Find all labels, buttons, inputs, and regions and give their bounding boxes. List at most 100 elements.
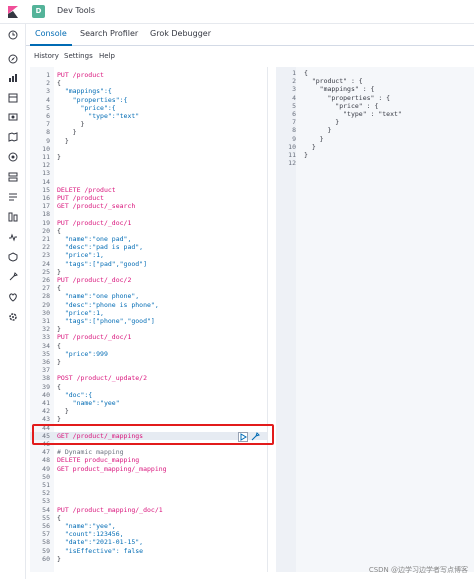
discover-icon[interactable] <box>8 54 18 64</box>
editor-line[interactable]: 39 { <box>30 382 267 391</box>
editor-line[interactable]: 1 PUT /product <box>30 71 267 79</box>
editor-line[interactable]: 2{ <box>30 79 267 87</box>
editor-line[interactable]: 38 POST /product/_update/2 <box>30 374 267 382</box>
response-text: } <box>304 151 308 159</box>
ml-icon[interactable] <box>8 152 18 162</box>
line-number: 18 <box>42 210 50 219</box>
editor-line[interactable]: 40 "doc":{ <box>30 391 267 399</box>
editor-line[interactable]: 42 } <box>30 407 267 415</box>
editor-line[interactable]: 18 <box>30 210 267 219</box>
editor-line[interactable]: 16 PUT /product <box>30 194 267 202</box>
editor-line[interactable]: 33 PUT /product/_doc/1 <box>30 333 267 342</box>
tab-grok-debugger[interactable]: Grok Debugger <box>150 29 211 38</box>
editor-line[interactable]: 58 "date":"2021-01-15", <box>30 538 267 547</box>
editor-line[interactable]: 17 GET /product/_search <box>30 202 267 210</box>
tab-search-profiler[interactable]: Search Profiler <box>80 29 138 38</box>
response-line: 3 "mappings" : { <box>276 85 474 93</box>
editor-line[interactable]: 52 <box>30 489 267 497</box>
settings-link[interactable]: Settings <box>64 52 93 60</box>
editor-line[interactable]: 6 "type":"text" <box>30 112 267 120</box>
editor-line[interactable]: 7 } <box>30 120 267 128</box>
send-request-play-icon[interactable] <box>238 432 248 442</box>
top-bar: D Dev Tools <box>0 0 474 24</box>
editor-line[interactable]: 28 "name":"one phone", <box>30 292 267 300</box>
editor-line[interactable]: 36} <box>30 358 267 366</box>
editor-line[interactable]: 11} <box>30 153 267 161</box>
editor-line[interactable]: 19 PUT /product/_doc/1 <box>30 219 267 227</box>
editor-line[interactable]: 34 { <box>30 342 267 350</box>
dev-tools-icon[interactable] <box>8 272 18 282</box>
editor-line[interactable]: 10 <box>30 145 267 153</box>
code-text: "name":"yee" <box>57 399 120 407</box>
stack-monitoring-icon[interactable] <box>8 292 18 302</box>
response-text: "mappings" : { <box>304 85 375 94</box>
uptime-icon[interactable] <box>8 232 18 242</box>
editor-line[interactable]: 47 # Dynamic mapping <box>30 448 267 456</box>
editor-line[interactable]: 57 "count":123456, <box>30 530 267 538</box>
code-text: } <box>57 358 61 366</box>
line-number: 5 <box>292 101 296 110</box>
logs-icon[interactable] <box>8 192 18 202</box>
apm-icon[interactable] <box>8 212 18 222</box>
line-number: 58 <box>42 538 50 547</box>
editor-line[interactable]: 24 "tags":["pad","good"] <box>30 260 267 268</box>
editor-line[interactable]: 30 "price":1, <box>30 309 267 317</box>
editor-line[interactable]: 8 } <box>30 128 267 136</box>
editor-line[interactable]: 5 "price":{ <box>30 104 267 112</box>
editor-line[interactable]: 20 { <box>30 227 267 235</box>
editor-line[interactable]: 12 <box>30 161 267 169</box>
clock-icon[interactable] <box>8 30 18 40</box>
editor-line[interactable]: 54 PUT /product_mapping/_doc/1 <box>30 506 267 514</box>
dashboard-icon[interactable] <box>8 93 18 103</box>
editor-line[interactable]: 43} <box>30 415 267 423</box>
editor-line[interactable]: 23 "price":1, <box>30 251 267 259</box>
editor-line[interactable]: 29 "desc":"phone is phone", <box>30 301 267 309</box>
maps-icon[interactable] <box>8 132 18 142</box>
editor-line[interactable]: 14 <box>30 178 267 186</box>
editor-line[interactable]: 53 <box>30 497 267 505</box>
request-editor[interactable]: 1 PUT /product 2{3 "mappings":{4 "properti… <box>30 67 268 572</box>
editor-line[interactable]: 60} <box>30 555 267 563</box>
code-text: DELETE /product <box>57 185 116 194</box>
editor-line[interactable]: 48 DELETE produc_mapping <box>30 456 267 464</box>
editor-line[interactable]: 35 "price":999 <box>30 349 267 358</box>
response-text: { <box>304 69 308 77</box>
line-number: 11 <box>288 151 296 159</box>
infrastructure-icon[interactable] <box>8 172 18 182</box>
history-link[interactable]: History <box>34 52 59 60</box>
management-gear-icon[interactable] <box>8 312 18 322</box>
line-number: 39 <box>42 382 50 391</box>
editor-line[interactable]: 27 { <box>30 284 267 292</box>
siem-icon[interactable] <box>8 252 18 262</box>
editor-line[interactable]: 51 <box>30 481 267 489</box>
editor-line[interactable]: 22 "desc":"pad is pad", <box>30 243 267 251</box>
editor-line[interactable]: 26 PUT /product/_doc/2 <box>30 276 267 284</box>
editor-line[interactable]: 50 <box>30 473 267 481</box>
space-avatar[interactable]: D <box>32 5 45 18</box>
editor-line[interactable]: 25} <box>30 268 267 276</box>
canvas-icon[interactable] <box>8 112 18 122</box>
kibana-logo-icon[interactable] <box>7 6 19 18</box>
response-line: 6 "type" : "text" <box>276 110 474 118</box>
help-link[interactable]: Help <box>99 52 115 60</box>
editor-line[interactable]: 21 "name":"one pad", <box>30 235 267 243</box>
editor-line[interactable]: 15 DELETE /product <box>30 185 267 194</box>
editor-line[interactable]: 56 "name":"yee", <box>30 522 267 530</box>
editor-line[interactable]: 9 } <box>30 137 267 145</box>
tab-console[interactable]: Console <box>35 29 67 38</box>
editor-line[interactable]: 31 "tags":["phone","good"] <box>30 317 267 325</box>
wrench-icon[interactable] <box>250 432 260 442</box>
editor-line[interactable]: 37 <box>30 366 267 374</box>
editor-line[interactable]: 3 "mappings":{ <box>30 87 267 95</box>
visualize-icon[interactable] <box>8 73 18 83</box>
editor-line[interactable]: 32} <box>30 325 267 333</box>
editor-line[interactable]: 13 <box>30 169 267 177</box>
editor-line[interactable]: 59 "isEffective": false <box>30 547 267 555</box>
line-number: 33 <box>42 333 50 342</box>
editor-line[interactable]: 41 "name":"yee" <box>30 399 267 407</box>
code-text: "price":999 <box>57 349 108 358</box>
editor-line[interactable]: 4 "properties":{ <box>30 96 267 104</box>
editor-line[interactable]: 55 { <box>30 514 267 522</box>
response-text: "type" : "text" <box>304 110 402 118</box>
editor-line[interactable]: 49 GET product_mapping/_mapping <box>30 465 267 473</box>
